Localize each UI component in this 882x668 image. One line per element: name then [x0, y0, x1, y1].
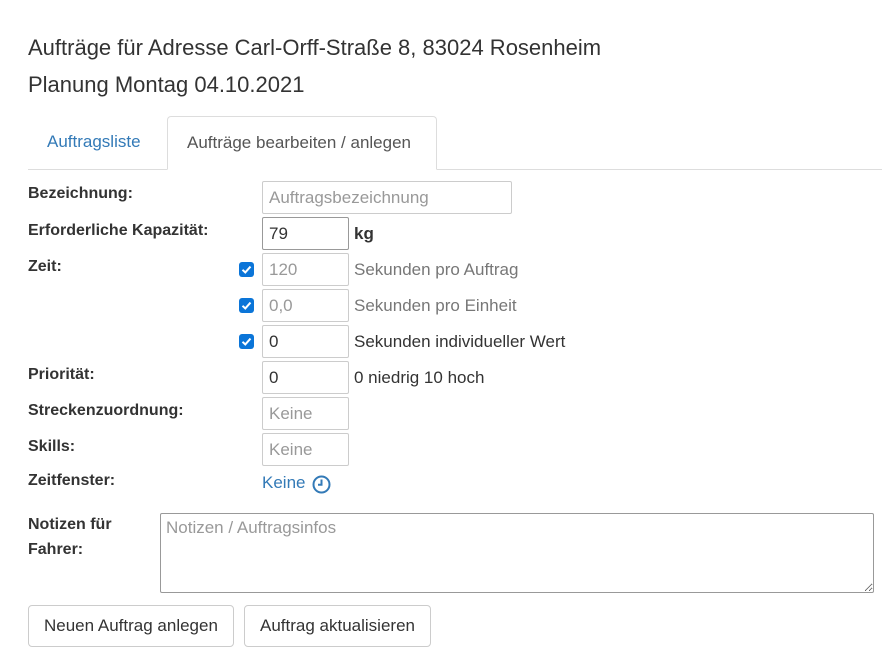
prioritaet-label: Priorität: [28, 366, 95, 383]
kapazitaet-value: 79 [269, 224, 288, 243]
auftrag-aktualisieren-button[interactable]: Auftrag aktualisieren [244, 605, 431, 647]
prioritaet-input[interactable]: 0 [262, 361, 349, 394]
zeitfenster-label: Zeitfenster: [28, 472, 116, 489]
prioritaet-value: 0 [269, 368, 279, 387]
zeit-auftrag-checkbox[interactable] [239, 262, 254, 277]
zeit-individuell-checkbox[interactable] [239, 334, 254, 349]
bezeichnung-placeholder: Auftragsbezeichnung [269, 188, 429, 207]
zeit-einheit-placeholder: 0,0 [269, 296, 293, 315]
kapazitaet-label: Erforderliche Kapazität: [28, 222, 209, 239]
page-subtitle: Planung Montag 04.10.2021 [28, 72, 305, 97]
streckenzuordnung-select[interactable]: Keine [262, 397, 349, 430]
skills-placeholder: Keine [269, 440, 313, 459]
notizen-textarea[interactable] [160, 513, 874, 593]
zeit-einheit-unit: Sekunden pro Einheit [354, 296, 517, 315]
tab-bar: Auftragsliste Aufträge bearbeiten / anle… [28, 116, 882, 170]
zeit-auftrag-input[interactable]: 120 [262, 253, 349, 286]
streckenzuordnung-placeholder: Keine [269, 404, 313, 423]
tab-auftraege-bearbeiten[interactable]: Aufträge bearbeiten / anlegen [167, 116, 437, 170]
clock-icon[interactable] [312, 475, 331, 494]
zeit-individuell-value: 0 [269, 332, 279, 351]
zeit-individuell-input[interactable]: 0 [262, 325, 349, 358]
zeitfenster-link[interactable]: Keine [262, 473, 305, 493]
bezeichnung-input[interactable]: Auftragsbezeichnung [262, 181, 512, 214]
zeit-einheit-checkbox[interactable] [239, 298, 254, 313]
kapazitaet-input[interactable]: 79 [262, 217, 349, 250]
notizen-label-line2: Fahrer: [28, 541, 84, 558]
zeit-individuell-unit: Sekunden individueller Wert [354, 332, 566, 351]
skills-label: Skills: [28, 438, 76, 455]
kapazitaet-unit: kg [354, 224, 374, 243]
page-title: Aufträge für Adresse Carl-Orff-Straße 8,… [28, 35, 602, 60]
neuer-auftrag-button[interactable]: Neuen Auftrag anlegen [28, 605, 234, 647]
bezeichnung-label: Bezeichnung: [28, 185, 133, 202]
tab-auftragsliste[interactable]: Auftragsliste [28, 116, 160, 168]
zeit-auftrag-placeholder: 120 [269, 260, 298, 279]
zeit-auftrag-unit: Sekunden pro Auftrag [354, 260, 519, 279]
streckenzuordnung-label: Streckenzuordnung: [28, 402, 184, 419]
notizen-label-line1: Notizen für [28, 516, 112, 533]
skills-select[interactable]: Keine [262, 433, 349, 466]
zeit-einheit-input[interactable]: 0,0 [262, 289, 349, 322]
zeit-label: Zeit: [28, 258, 62, 275]
prioritaet-hint: 0 niedrig 10 hoch [354, 368, 485, 387]
